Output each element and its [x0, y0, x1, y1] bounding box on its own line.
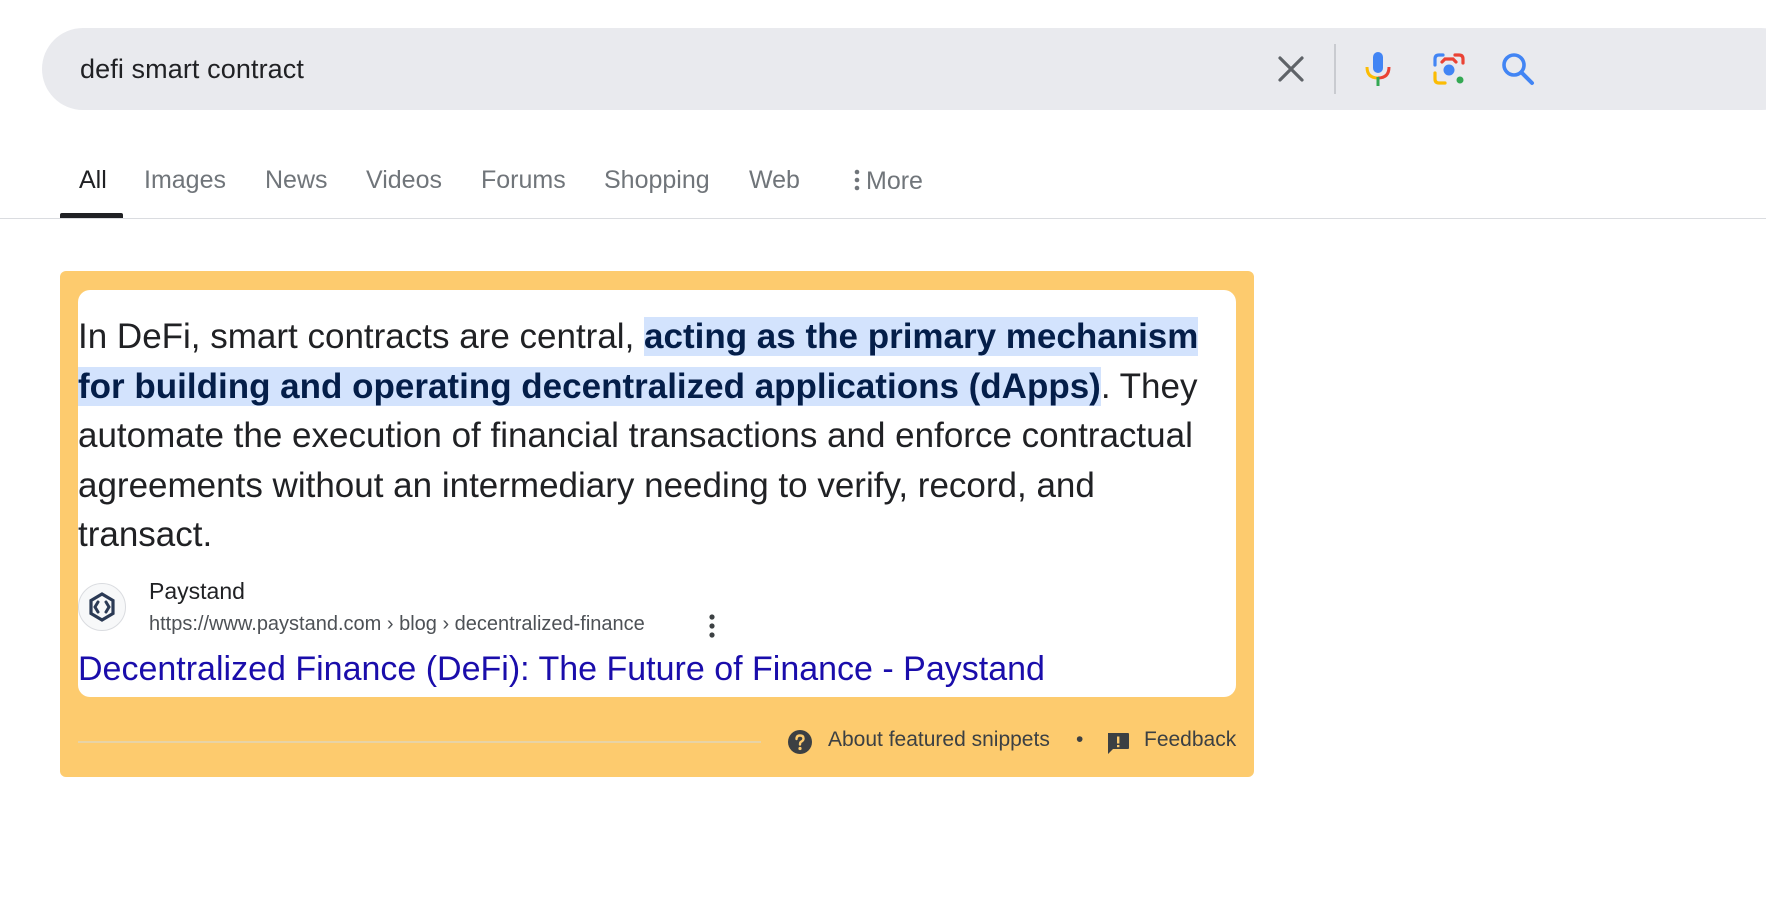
tab-more-label: More [866, 167, 923, 195]
paystand-logo-icon[interactable] [78, 583, 126, 631]
featured-snippet: In DeFi, smart contracts are central, ac… [60, 271, 1254, 777]
tab-web[interactable]: Web [749, 166, 800, 195]
paystand-logo-glyph [89, 592, 115, 622]
feedback-link[interactable]: Feedback [1144, 728, 1236, 752]
snippet-footer-divider [78, 741, 761, 743]
search-query-input[interactable]: defi smart contract [80, 54, 304, 85]
source-url-breadcrumb[interactable]: https://www.paystand.com › blog › decent… [149, 613, 645, 636]
search-icon[interactable] [1498, 49, 1538, 89]
tab-forums[interactable]: Forums [481, 166, 566, 195]
tab-shopping[interactable]: Shopping [604, 166, 710, 195]
tab-more[interactable]: More [848, 166, 923, 196]
feedback-icon[interactable] [1105, 730, 1131, 756]
search-tabs: All Images News Videos Forums Shopping W… [0, 150, 1766, 219]
snippet-card: In DeFi, smart contracts are central, ac… [78, 290, 1236, 697]
search-bar[interactable]: defi smart contract [42, 28, 1766, 110]
tab-images[interactable]: Images [144, 166, 226, 195]
snippet-answer-text: In DeFi, smart contracts are central, ac… [78, 312, 1236, 560]
result-title-link[interactable]: Decentralized Finance (DeFi): The Future… [78, 650, 1045, 689]
help-circle-icon[interactable] [787, 729, 813, 755]
footer-separator: • [1076, 728, 1084, 751]
active-tab-indicator [60, 213, 123, 218]
result-options-icon[interactable] [700, 612, 724, 640]
tab-all[interactable]: All [79, 166, 107, 195]
tab-news[interactable]: News [265, 166, 328, 195]
close-icon[interactable] [1271, 49, 1311, 89]
snippet-text-before: In DeFi, smart contracts are central, [78, 317, 645, 356]
more-vert-icon [854, 169, 860, 191]
tab-videos[interactable]: Videos [366, 166, 442, 195]
microphone-icon[interactable] [1358, 49, 1398, 89]
lens-camera-icon[interactable] [1429, 49, 1469, 89]
source-site-name[interactable]: Paystand [149, 578, 245, 605]
about-featured-snippets-link[interactable]: About featured snippets [828, 728, 1050, 752]
search-bar-divider [1334, 44, 1336, 94]
